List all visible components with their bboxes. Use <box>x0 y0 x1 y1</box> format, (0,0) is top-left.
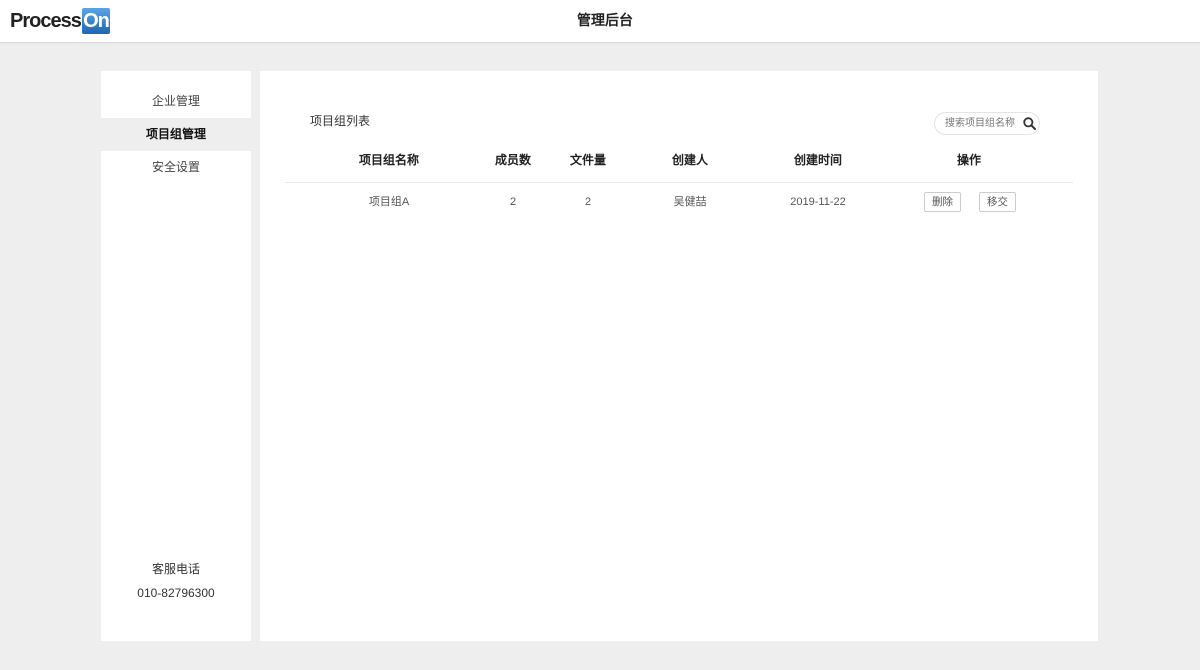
search-input[interactable] <box>945 113 1021 134</box>
sidebar-menu: 企业管理 项目组管理 安全设置 <box>101 85 251 184</box>
column-header-files: 文件量 <box>569 153 606 167</box>
cell-files: 2 <box>584 196 592 208</box>
support-label: 客服电话 <box>151 562 200 576</box>
cell-group-name: 项目组A <box>368 196 410 208</box>
search-icon[interactable] <box>1023 117 1036 130</box>
sidebar-item-label: 企业管理 <box>151 94 200 108</box>
table-row: 项目组A 2 2 吴健喆 2019-11-22 删除 移交 <box>285 183 1073 221</box>
logo-text: Process <box>10 10 82 32</box>
cell-creator: 吴健喆 <box>673 196 707 208</box>
column-header-creator: 创建人 <box>671 153 708 167</box>
processon-logo[interactable]: Process On <box>0 0 120 42</box>
cell-members: 2 <box>509 196 517 208</box>
list-title: 项目组列表 <box>310 114 371 128</box>
sidebar-item-security[interactable]: 安全设置 <box>101 151 251 184</box>
sidebar: 企业管理 项目组管理 安全设置 客服电话 010-82796300 <box>101 71 251 641</box>
sidebar-item-label: 项目组管理 <box>145 127 206 141</box>
table-header: 项目组名称 成员数 文件量 创建人 创建时间 操作 <box>285 138 1073 183</box>
sidebar-item-label: 安全设置 <box>151 160 200 174</box>
delete-button[interactable]: 删除 <box>924 192 961 212</box>
customer-support: 客服电话 010-82796300 <box>101 557 251 605</box>
logo-badge: On <box>82 8 110 34</box>
column-header-actions: 操作 <box>956 153 981 167</box>
column-header-members: 成员数 <box>494 153 531 167</box>
main-panel: 项目组列表 项目组名称 成员数 文件量 创建人 创建时间 操作 项目组A 2 2… <box>260 71 1098 641</box>
column-header-name: 项目组名称 <box>358 153 419 167</box>
transfer-button[interactable]: 移交 <box>979 192 1016 212</box>
page-title: 管理后台 <box>577 12 633 28</box>
support-phone: 010-82796300 <box>137 586 215 600</box>
sidebar-item-enterprise[interactable]: 企业管理 <box>101 85 251 118</box>
sidebar-item-project-groups[interactable]: 项目组管理 <box>101 118 251 151</box>
column-header-created: 创建时间 <box>793 153 842 167</box>
project-group-table: 项目组名称 成员数 文件量 创建人 创建时间 操作 项目组A 2 2 吴健喆 2… <box>285 138 1073 221</box>
search-box <box>934 112 1040 135</box>
cell-created-date: 2019-11-22 <box>790 196 846 208</box>
top-header: Process On 管理后台 <box>0 0 1200 43</box>
